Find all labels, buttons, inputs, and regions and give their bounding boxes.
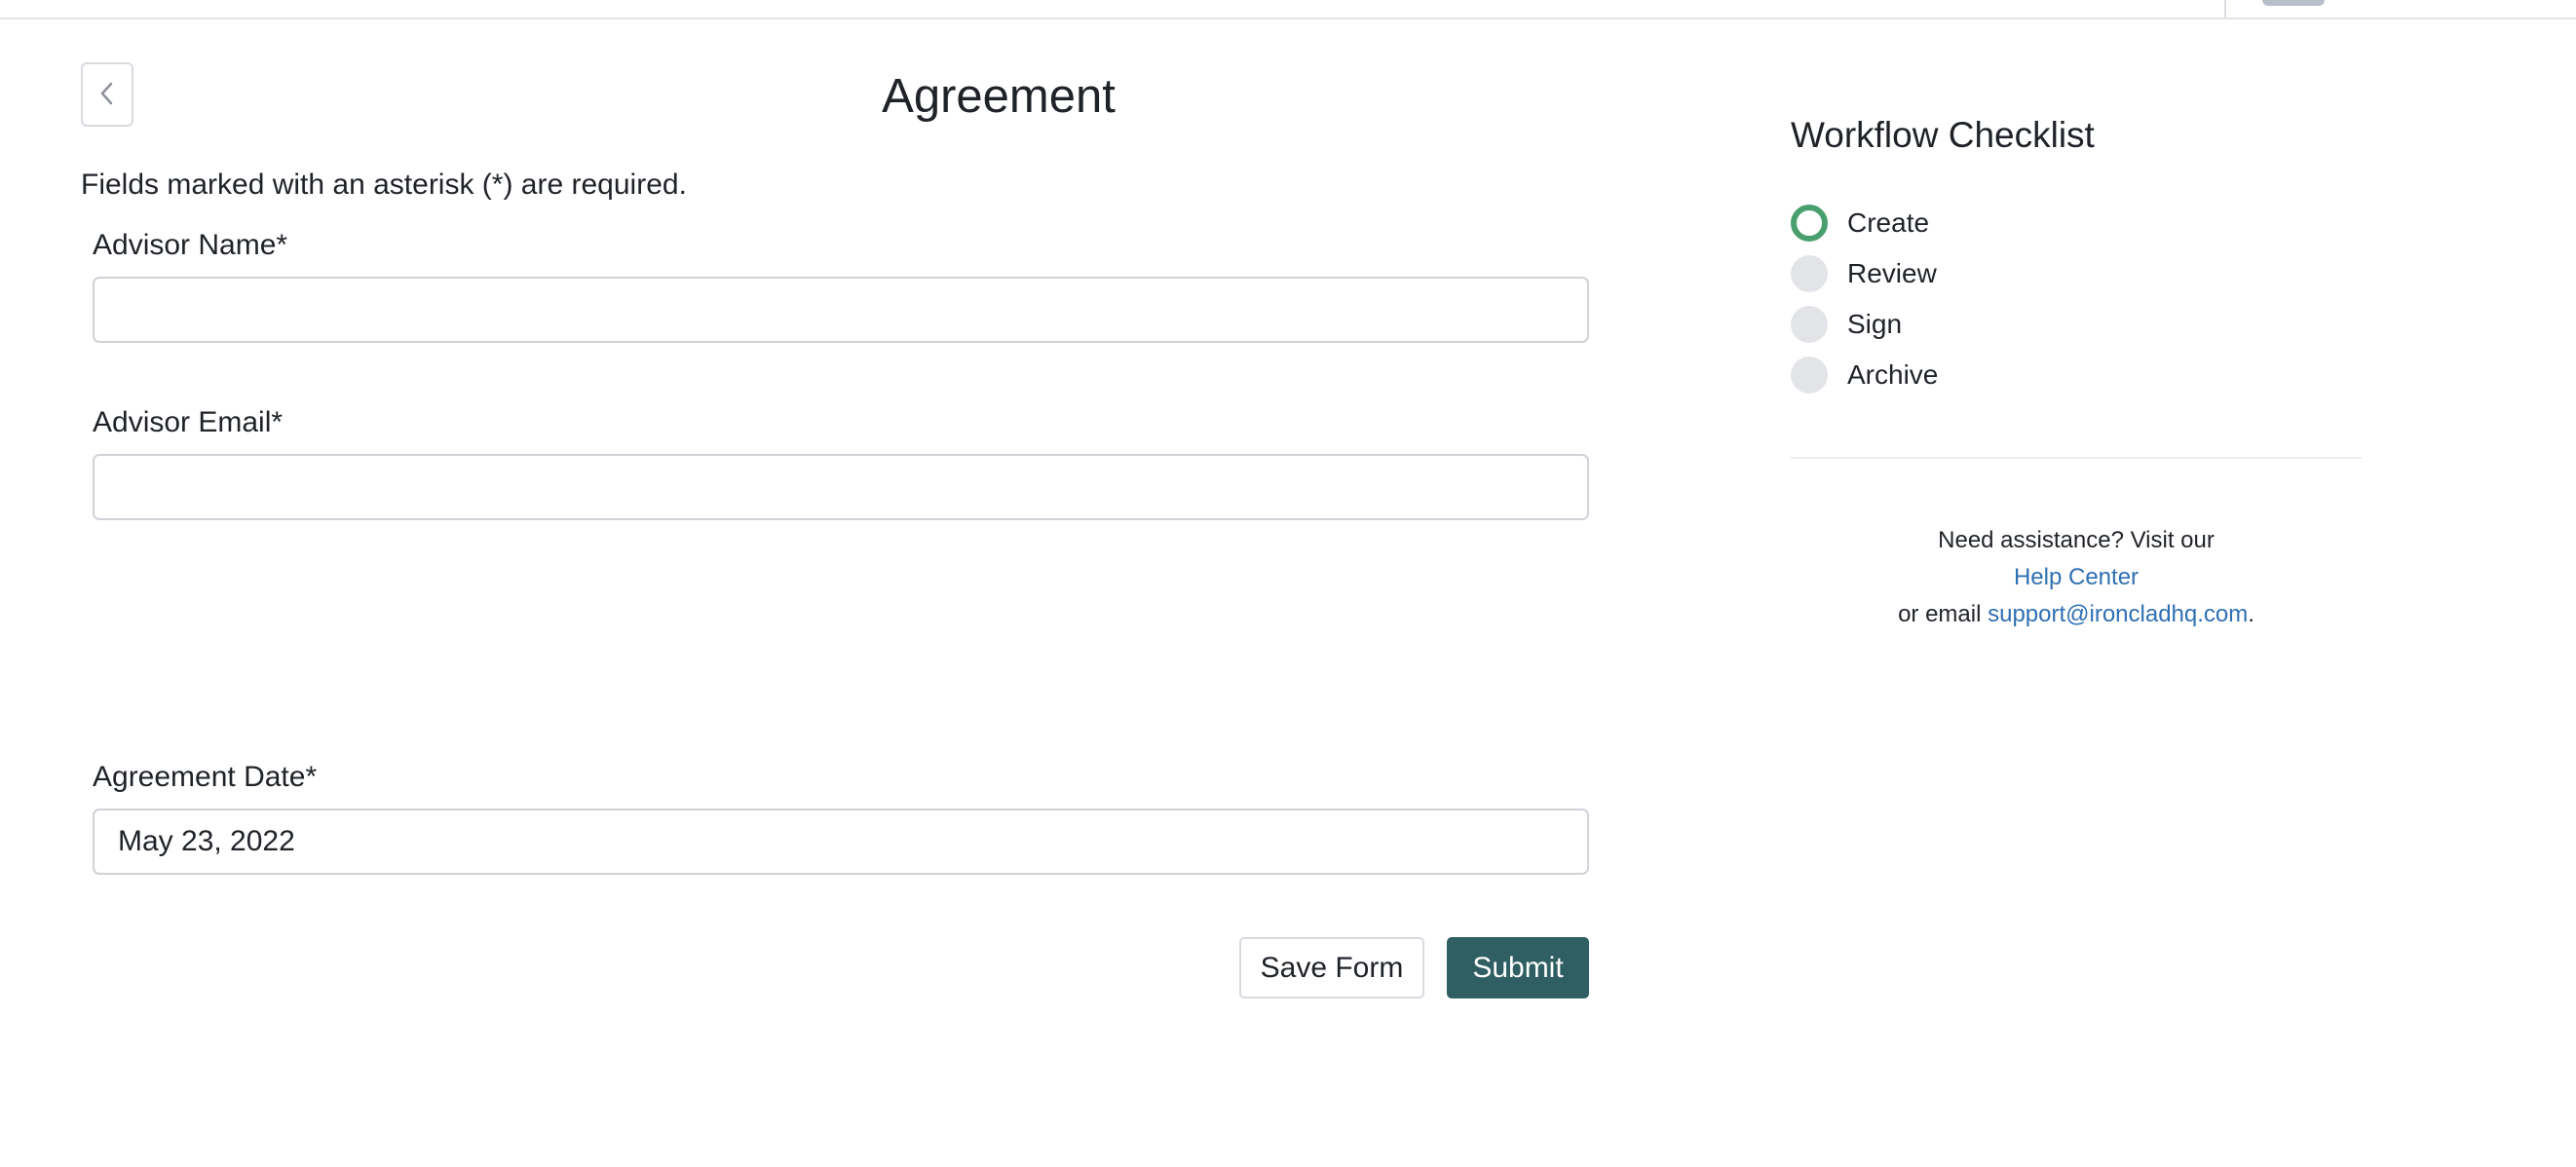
chevron-left-icon [96,80,118,110]
sidebar-divider [1791,457,2362,459]
agreement-date-field[interactable] [93,809,1589,875]
avatar[interactable] [2262,0,2325,6]
step-status-icon [1791,205,1828,242]
workflow-checklist: Create Review Sign Archive [1791,198,1938,400]
help-text: Need assistance? Visit our [1938,527,2215,553]
email-suffix: . [2248,601,2254,627]
support-email-link[interactable]: support@ironcladhq.com [1988,601,2248,627]
checklist-step-archive: Archive [1791,350,1938,400]
agreement-date-label: Agreement Date* [93,761,318,793]
step-status-icon [1791,306,1828,343]
step-label: Create [1847,207,1930,238]
advisor-name-label: Advisor Name* [93,229,288,261]
save-form-button[interactable]: Save Form [1239,937,1424,998]
help-center-link[interactable]: Help Center [2014,564,2139,590]
topbar-divider [2224,0,2226,18]
top-bar [0,0,2576,19]
step-status-icon [1791,357,1828,394]
back-button[interactable] [81,62,133,127]
checklist-step-create: Create [1791,198,1938,248]
step-label: Sign [1847,309,1903,339]
checklist-step-review: Review [1791,248,1938,299]
email-prefix: or email [1898,601,1989,627]
support-email-line: or email support@ironcladhq.com. [1791,596,2362,633]
advisor-email-field[interactable] [93,454,1589,520]
step-label: Review [1847,258,1937,288]
step-status-icon [1791,255,1828,292]
advisor-email-label: Advisor Email* [93,406,284,438]
step-label: Archive [1847,359,1939,390]
workflow-checklist-title: Workflow Checklist [1791,115,2095,155]
help-block: Need assistance? Visit our Help Center o… [1791,522,2362,633]
checklist-step-sign: Sign [1791,299,1938,350]
submit-button[interactable]: Submit [1447,937,1589,998]
required-fields-note: Fields marked with an asterisk (*) are r… [81,169,687,201]
advisor-name-field[interactable] [93,277,1589,343]
page-title: Agreement [882,70,1116,123]
